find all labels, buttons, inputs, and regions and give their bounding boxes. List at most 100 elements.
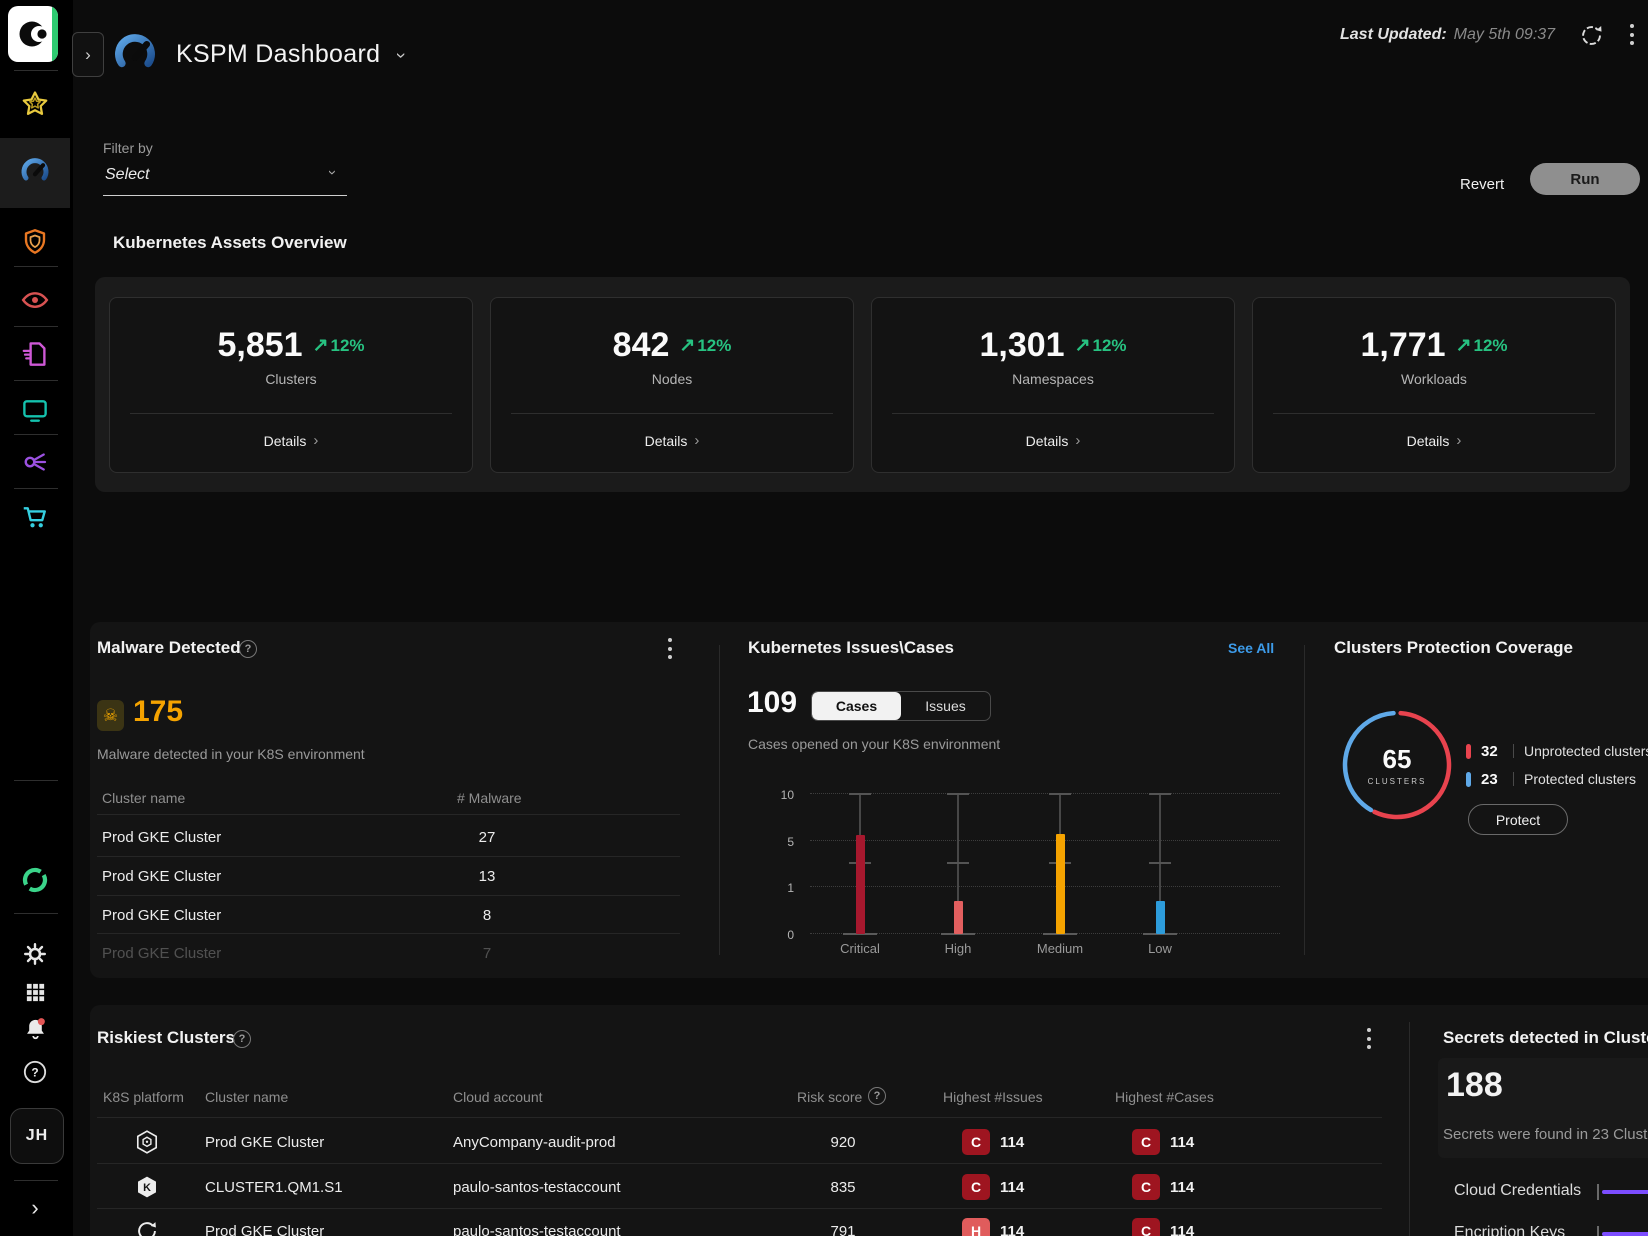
shield-icon [20,227,50,257]
secret-type-label: Cloud Credentials [1454,1182,1581,1200]
collapse-panel-button[interactable]: › [72,32,104,77]
sidebar-item-visibility[interactable] [0,276,70,324]
brand-logo[interactable] [8,6,58,62]
x-tick-label: Low [1120,941,1200,956]
clusters-count: 5,851 [217,326,302,365]
sidebar-expand-arrow[interactable]: › [0,1190,70,1226]
malware-kebab-menu[interactable] [668,636,672,661]
nodes-details-link[interactable]: Details› [491,432,853,449]
sidebar-item-favorites[interactable] [0,80,70,128]
malware-col-cluster: Cluster name [102,790,185,806]
avatar[interactable]: JH [10,1108,64,1164]
unprotected-value: 32 [1481,743,1503,760]
grid-icon [24,981,47,1004]
whisker-cap [1149,793,1171,795]
toggle-cases[interactable]: Cases [812,692,901,720]
chevron-right-icon: › [313,432,318,449]
riskiest-title: Riskiest Clusters [97,1028,235,1048]
y-tick-label: 1 [754,881,794,895]
severity-bar-critical[interactable] [856,835,865,934]
malware-subtitle: Malware detected in your K8S environment [97,746,365,762]
cases-severity-badge: C [1132,1218,1160,1236]
chart-gridline [810,886,1280,887]
issues-severity-badge: C [962,1174,990,1200]
clusters-details-link[interactable]: Details› [110,432,472,449]
divider [97,1208,1382,1209]
col-risk-score: Risk score [797,1089,862,1105]
svg-text:?: ? [31,1065,38,1079]
star-icon [20,89,50,119]
riskiest-row-score: 835 [800,1179,886,1196]
sidebar-item-security[interactable] [0,218,70,266]
nodes-label: Nodes [491,371,853,387]
divider [1513,772,1514,786]
divider [14,380,58,381]
divider [97,1117,1382,1118]
malware-row-cluster[interactable]: Prod GKE Cluster [102,907,221,924]
riskiest-help-icon[interactable]: ? [233,1030,251,1048]
divider [1597,1184,1599,1200]
divider [14,266,58,267]
header-kebab-menu[interactable] [1630,22,1634,47]
monitor-icon [20,395,50,425]
last-updated: Last Updated: May 5th 09:37 [1340,26,1555,44]
riskiest-kebab-menu[interactable] [1367,1026,1371,1051]
sidebar-item-kspm-active[interactable] [0,138,70,208]
secrets-subtitle: Secrets were found in 23 Clusters [1443,1126,1648,1143]
trend-up-icon: ↗ [1075,334,1091,357]
revert-button[interactable]: Revert [1452,172,1512,197]
bell-icon [22,1016,49,1043]
divider [1409,1022,1410,1236]
trend-up-icon: ↗ [313,334,329,357]
whisker-mid-tick [1149,862,1171,864]
sidebar-item-workloads[interactable] [0,386,70,434]
riskiest-row-cluster[interactable]: CLUSTER1.QM1.S1 [205,1179,343,1196]
sidebar-item-reports[interactable] [0,330,70,378]
see-all-link[interactable]: See All [1228,640,1274,656]
whisker-mid-tick [947,862,969,864]
sidebar-item-marketplace[interactable] [0,493,70,541]
dashboard-switcher-chevron[interactable]: › [398,45,404,66]
nodes-trend: ↗12% [679,334,731,357]
issues-severity-badge: C [962,1129,990,1155]
sidebar-item-notifications[interactable] [0,1005,70,1053]
riskiest-row-cluster[interactable]: Prod GKE Cluster [205,1223,324,1236]
secret-type-bar [1602,1232,1648,1236]
severity-bar-medium[interactable] [1056,834,1065,934]
sidebar-item-help[interactable]: ? [0,1048,70,1096]
run-button[interactable]: Run [1530,163,1640,195]
cart-icon [20,502,50,532]
sidebar-item-connections[interactable] [0,438,70,486]
severity-bar-high[interactable] [954,901,963,934]
divider [892,413,1214,414]
severity-bar-low[interactable] [1156,901,1165,934]
help-icon: ? [22,1059,48,1085]
malware-row-cluster[interactable]: Prod GKE Cluster [102,945,221,962]
namespaces-details-link[interactable]: Details› [872,432,1234,449]
kspm-dashboard-page: ? JH › › KSPM Dashboard › Last Updated: … [0,0,1648,1236]
refresh-button[interactable] [1574,18,1608,52]
filter-select[interactable]: Select › [103,162,347,196]
malware-row-cluster[interactable]: Prod GKE Cluster [102,868,221,885]
malware-help-icon[interactable]: ? [239,640,257,658]
risk-score-help-icon[interactable]: ? [868,1087,886,1105]
protected-total: 65 [1383,744,1412,775]
workloads-details-link[interactable]: Details› [1253,432,1615,449]
toggle-issues[interactable]: Issues [901,692,990,720]
protected-total-label: CLUSTERS [1368,777,1427,786]
riskiest-row-cluster[interactable]: Prod GKE Cluster [205,1134,324,1151]
malware-row-cluster[interactable]: Prod GKE Cluster [102,829,221,846]
unprotected-pill-icon [1466,744,1471,759]
cases-count: 114 [1170,1134,1194,1151]
divider [97,1163,1382,1164]
divider [14,70,58,71]
gke-platform-icon [134,1129,160,1155]
sidebar-item-platform[interactable] [0,856,70,904]
cases-severity-badge: C [1132,1129,1160,1155]
last-updated-value: May 5th 09:37 [1454,26,1555,44]
eye-icon [20,285,50,315]
workloads-label: Workloads [1253,371,1615,387]
secrets-count: 188 [1446,1066,1503,1105]
secrets-title: Secrets detected in Clusters [1443,1028,1648,1048]
protect-button[interactable]: Protect [1468,804,1568,835]
